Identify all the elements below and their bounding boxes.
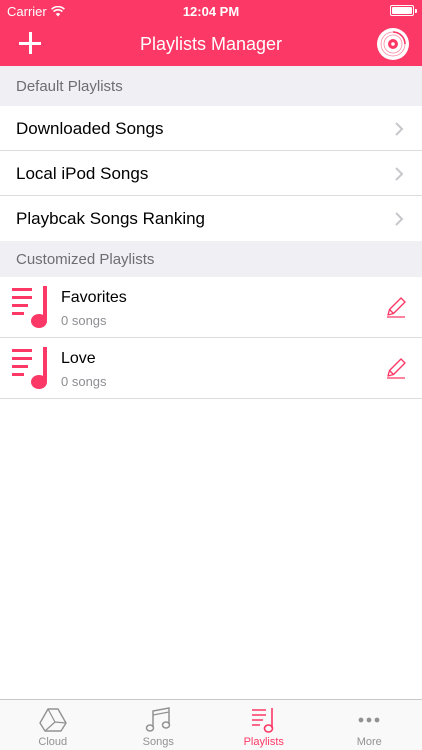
- tab-more[interactable]: More: [317, 700, 422, 750]
- tab-songs[interactable]: Songs: [106, 700, 212, 750]
- playlist-song-count: 0 songs: [61, 313, 107, 328]
- tab-label: More: [356, 736, 382, 748]
- playlist-icon: [12, 347, 47, 389]
- row-playback-songs-ranking[interactable]: Playbcak Songs Ranking: [0, 196, 422, 241]
- row-local-ipod-songs[interactable]: Local iPod Songs: [0, 151, 422, 196]
- battery-icon: [390, 5, 417, 16]
- playlist-icon: [251, 708, 274, 733]
- default-playlists-header: Default Playlists: [0, 66, 422, 106]
- chevron-right-icon: [395, 122, 404, 136]
- playlist-row-favorites[interactable]: Favorites 0 songs: [0, 277, 422, 338]
- more-dots-icon: [358, 717, 380, 723]
- playlist-icon: [12, 286, 47, 328]
- edit-pencil-icon[interactable]: [384, 356, 408, 380]
- row-downloaded-songs[interactable]: Downloaded Songs: [0, 106, 422, 151]
- playlist-song-count: 0 songs: [61, 374, 107, 389]
- customized-playlists-title: Customized Playlists: [16, 250, 155, 268]
- default-playlists-title: Default Playlists: [16, 77, 123, 95]
- tab-playlists[interactable]: Playlists: [211, 700, 317, 750]
- tab-label: Playlists: [243, 736, 284, 748]
- status-time: 12:04 PM: [182, 4, 240, 19]
- music-note-icon: [146, 707, 171, 732]
- tab-bar: Cloud Songs Playlists More: [0, 699, 422, 750]
- row-label: Local iPod Songs: [16, 163, 149, 183]
- status-bar: Carrier 12:04 PM: [0, 0, 422, 22]
- disc-icon[interactable]: [376, 27, 410, 61]
- tab-label: Songs: [142, 736, 174, 748]
- cloud-drive-icon: [39, 708, 67, 732]
- playlist-row-love[interactable]: Love 0 songs: [0, 338, 422, 399]
- chevron-right-icon: [395, 212, 404, 226]
- tab-cloud[interactable]: Cloud: [0, 700, 106, 750]
- row-label: Playbcak Songs Ranking: [16, 208, 206, 228]
- playlist-name: Favorites: [61, 289, 127, 306]
- tab-label: Cloud: [38, 736, 68, 748]
- edit-pencil-icon[interactable]: [384, 295, 408, 319]
- customized-playlists-header: Customized Playlists: [0, 241, 422, 277]
- page-title: Playlists Manager: [139, 34, 283, 54]
- playlist-name: Love: [61, 350, 96, 367]
- navigation-bar: Playlists Manager: [0, 22, 422, 66]
- chevron-right-icon: [395, 167, 404, 181]
- row-label: Downloaded Songs: [16, 118, 164, 138]
